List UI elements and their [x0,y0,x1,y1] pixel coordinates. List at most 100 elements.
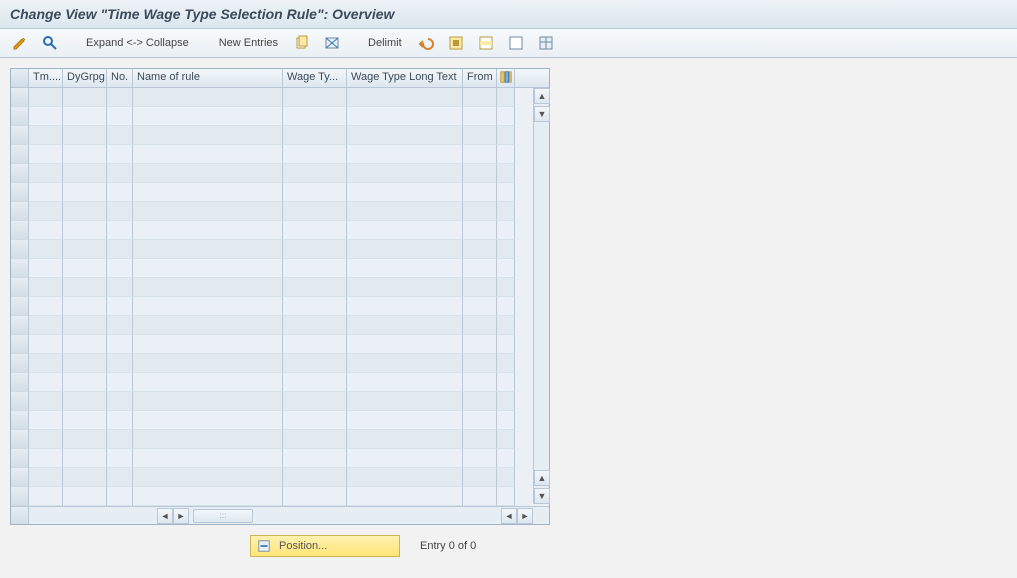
cell-name[interactable] [133,316,283,335]
cell-tm[interactable] [29,164,63,183]
cell-wagetype[interactable] [283,107,347,126]
cell-wagetype[interactable] [283,88,347,107]
table-row[interactable] [11,145,549,164]
cell-name[interactable] [133,297,283,316]
cell-no[interactable] [107,126,133,145]
cell-wagetype-long[interactable] [347,335,463,354]
scroll-down-button[interactable]: ▼ [534,488,550,504]
table-row[interactable] [11,449,549,468]
row-select-handle[interactable] [11,183,29,202]
cell-no[interactable] [107,335,133,354]
cell-wagetype[interactable] [283,221,347,240]
row-select-handle[interactable] [11,392,29,411]
row-select-handle[interactable] [11,164,29,183]
cell-name[interactable] [133,145,283,164]
row-select-handle[interactable] [11,240,29,259]
find-button[interactable] [38,33,62,53]
cell-wagetype[interactable] [283,183,347,202]
cell-from[interactable] [463,449,497,468]
cell-wagetype[interactable] [283,145,347,164]
cell-tm[interactable] [29,297,63,316]
cell-wagetype[interactable] [283,392,347,411]
cell-wagetype-long[interactable] [347,88,463,107]
cell-no[interactable] [107,392,133,411]
column-header-from[interactable]: From [463,69,497,87]
cell-wagetype-long[interactable] [347,373,463,392]
cell-dygrpg[interactable] [63,449,107,468]
cell-name[interactable] [133,202,283,221]
cell-wagetype-long[interactable] [347,164,463,183]
cell-dygrpg[interactable] [63,354,107,373]
cell-dygrpg[interactable] [63,88,107,107]
column-header-dygrpg[interactable]: DyGrpg [63,69,107,87]
row-select-handle[interactable] [11,126,29,145]
cell-wagetype-long[interactable] [347,392,463,411]
table-row[interactable] [11,468,549,487]
column-header-wagetype[interactable]: Wage Ty... [283,69,347,87]
cell-no[interactable] [107,107,133,126]
cell-wagetype-long[interactable] [347,145,463,164]
cell-dygrpg[interactable] [63,411,107,430]
cell-no[interactable] [107,487,133,506]
table-row[interactable] [11,88,549,107]
column-header-no[interactable]: No. [107,69,133,87]
table-row[interactable] [11,373,549,392]
cell-wagetype[interactable] [283,411,347,430]
table-row[interactable] [11,278,549,297]
cell-name[interactable] [133,468,283,487]
configure-columns-button[interactable] [497,69,515,87]
cell-dygrpg[interactable] [63,468,107,487]
select-all-button[interactable] [444,33,468,53]
cell-wagetype[interactable] [283,297,347,316]
cell-no[interactable] [107,468,133,487]
cell-wagetype-long[interactable] [347,240,463,259]
row-select-handle[interactable] [11,221,29,240]
cell-no[interactable] [107,88,133,107]
cell-tm[interactable] [29,392,63,411]
cell-no[interactable] [107,183,133,202]
cell-from[interactable] [463,316,497,335]
cell-from[interactable] [463,240,497,259]
cell-no[interactable] [107,278,133,297]
cell-tm[interactable] [29,373,63,392]
scroll-left-button[interactable]: ◄ [157,508,173,524]
row-select-handle[interactable] [11,449,29,468]
cell-from[interactable] [463,335,497,354]
copy-as-button[interactable] [290,33,314,53]
table-row[interactable] [11,335,549,354]
column-header-wagetype-long[interactable]: Wage Type Long Text [347,69,463,87]
scroll-up-step-button[interactable]: ▼ [534,106,550,122]
new-entries-button[interactable]: New Entries [213,35,284,51]
table-row[interactable] [11,392,549,411]
table-row[interactable] [11,107,549,126]
table-row[interactable] [11,221,549,240]
expand-collapse-button[interactable]: Expand <-> Collapse [80,35,195,51]
cell-dygrpg[interactable] [63,164,107,183]
cell-name[interactable] [133,392,283,411]
cell-tm[interactable] [29,487,63,506]
cell-from[interactable] [463,107,497,126]
row-select-handle[interactable] [11,354,29,373]
cell-no[interactable] [107,164,133,183]
cell-wagetype[interactable] [283,430,347,449]
horizontal-scrollbar[interactable]: ◄ ► ::: ◄ ► [11,506,549,524]
cell-no[interactable] [107,354,133,373]
cell-from[interactable] [463,411,497,430]
scroll-up-button[interactable]: ▲ [534,88,550,104]
cell-wagetype[interactable] [283,240,347,259]
cell-no[interactable] [107,373,133,392]
cell-wagetype[interactable] [283,487,347,506]
cell-wagetype-long[interactable] [347,411,463,430]
cell-wagetype-long[interactable] [347,221,463,240]
row-select-handle[interactable] [11,468,29,487]
row-select-handle[interactable] [11,411,29,430]
row-select-handle[interactable] [11,202,29,221]
cell-dygrpg[interactable] [63,297,107,316]
cell-from[interactable] [463,373,497,392]
cell-wagetype[interactable] [283,335,347,354]
cell-wagetype-long[interactable] [347,354,463,373]
vertical-scrollbar[interactable]: ▲ ▼ ▲ ▼ [533,88,549,504]
row-select-handle[interactable] [11,430,29,449]
cell-name[interactable] [133,259,283,278]
cell-from[interactable] [463,183,497,202]
